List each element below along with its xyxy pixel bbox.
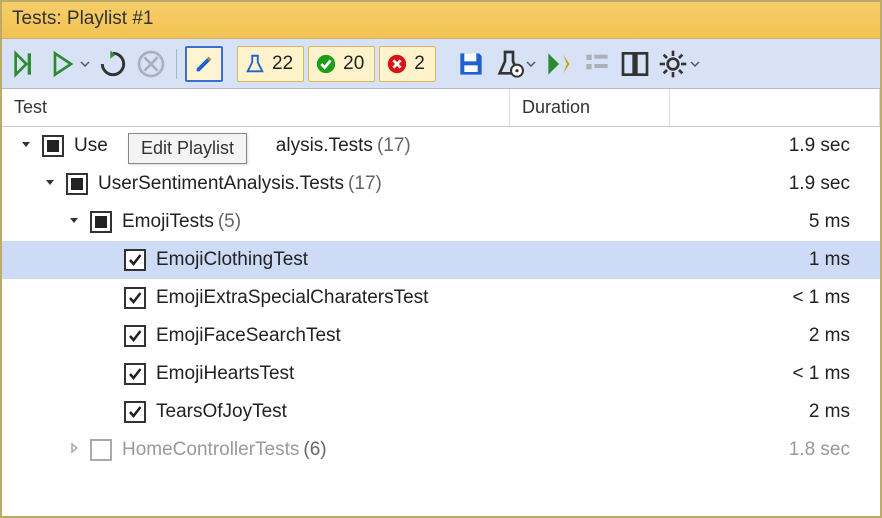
run-button[interactable] (46, 47, 80, 81)
tree-row-duration: 1.9 sec (510, 173, 880, 195)
checkbox[interactable] (66, 173, 88, 195)
options-button[interactable] (656, 47, 690, 81)
checkbox[interactable] (90, 439, 112, 461)
tree-row[interactable]: EmojiHeartsTest < 1 ms (2, 355, 880, 393)
tree-row[interactable]: TearsOfJoyTest 2 ms (2, 393, 880, 431)
expander-spacer (102, 328, 118, 344)
tree-row-label: HomeControllerTests (122, 439, 299, 461)
tree-row-duration: 1 ms (510, 249, 880, 271)
pencil-icon (193, 53, 215, 75)
failed-tests-count: 2 (414, 53, 425, 75)
repeat-button[interactable] (96, 47, 130, 81)
checkbox[interactable] (124, 249, 146, 271)
tree-row-count: (17) (348, 173, 382, 195)
tree-row-duration: < 1 ms (510, 363, 880, 385)
expander-spacer (102, 404, 118, 420)
column-headers: Test Duration (2, 89, 880, 127)
passed-tests-badge[interactable]: 20 (308, 46, 375, 82)
column-header-test[interactable]: Test (2, 89, 510, 126)
settings-flask-button[interactable] (492, 47, 526, 81)
tree-row-label: EmojiHeartsTest (156, 363, 294, 385)
tree-row[interactable]: HomeControllerTests (6) 1.8 sec (2, 431, 880, 469)
expander-toggle[interactable] (68, 442, 84, 458)
tree-row-label: EmojiExtraSpecialCharatersTest (156, 287, 428, 309)
tree-row-label: TearsOfJoyTest (156, 401, 287, 423)
column-header-duration[interactable]: Duration (510, 89, 670, 126)
tree-row-label: Use (74, 135, 108, 157)
tree-row-duration: < 1 ms (510, 287, 880, 309)
checkbox[interactable] (124, 325, 146, 347)
run-debug-button[interactable] (542, 47, 576, 81)
expander-toggle[interactable] (20, 138, 36, 154)
tree-row-duration: 1.8 sec (510, 439, 880, 461)
checkbox[interactable] (124, 287, 146, 309)
total-tests-badge[interactable]: 22 (237, 46, 304, 82)
x-circle-icon (386, 53, 408, 75)
tree-row-label: UserSentimentAnalysis.Tests (98, 173, 344, 195)
tree-row[interactable]: UserSentimentAnalysis.Tests (17) 1.9 sec (2, 165, 880, 203)
columns-button[interactable] (618, 47, 652, 81)
tooltip: Edit Playlist (128, 133, 247, 164)
tree-row-count: (5) (218, 211, 241, 233)
total-tests-count: 22 (272, 53, 293, 75)
tree-row-duration: 2 ms (510, 325, 880, 347)
expander-spacer (102, 290, 118, 306)
check-circle-icon (315, 53, 337, 75)
tree-row-duration: 2 ms (510, 401, 880, 423)
options-dropdown[interactable] (690, 59, 700, 69)
passed-tests-count: 20 (343, 53, 364, 75)
save-button[interactable] (454, 47, 488, 81)
settings-flask-dropdown[interactable] (526, 59, 536, 69)
run-dropdown[interactable] (80, 59, 90, 69)
expander-toggle[interactable] (68, 214, 84, 230)
test-tree: Edit Playlist Usealysis.Tests (17)1.9 se… (2, 127, 880, 469)
toolbar: 22 20 2 (2, 39, 880, 89)
tree-row-count: (17) (377, 135, 411, 157)
tree-row[interactable]: EmojiFaceSearchTest 2 ms (2, 317, 880, 355)
checkbox[interactable] (42, 135, 64, 157)
checkbox[interactable] (124, 401, 146, 423)
checkbox[interactable] (124, 363, 146, 385)
tree-row[interactable]: EmojiExtraSpecialCharatersTest < 1 ms (2, 279, 880, 317)
expander-spacer (102, 252, 118, 268)
cancel-button[interactable] (134, 47, 168, 81)
tree-row-label: EmojiClothingTest (156, 249, 308, 271)
window-title: Tests: Playlist #1 (2, 2, 880, 39)
group-button[interactable] (580, 47, 614, 81)
tree-row-duration: 1.9 sec (510, 135, 880, 157)
failed-tests-badge[interactable]: 2 (379, 46, 436, 82)
edit-playlist-button[interactable] (185, 46, 223, 82)
tree-row-label: EmojiTests (122, 211, 214, 233)
tree-row-count: (6) (303, 439, 326, 461)
expander-toggle[interactable] (44, 176, 60, 192)
tree-row[interactable]: EmojiClothingTest 1 ms (2, 241, 880, 279)
tree-row[interactable]: EmojiTests (5) 5 ms (2, 203, 880, 241)
checkbox[interactable] (90, 211, 112, 233)
tree-row-duration: 5 ms (510, 211, 880, 233)
expander-spacer (102, 366, 118, 382)
run-all-button[interactable] (8, 47, 42, 81)
tree-row-label: EmojiFaceSearchTest (156, 325, 341, 347)
flask-icon (244, 53, 266, 75)
